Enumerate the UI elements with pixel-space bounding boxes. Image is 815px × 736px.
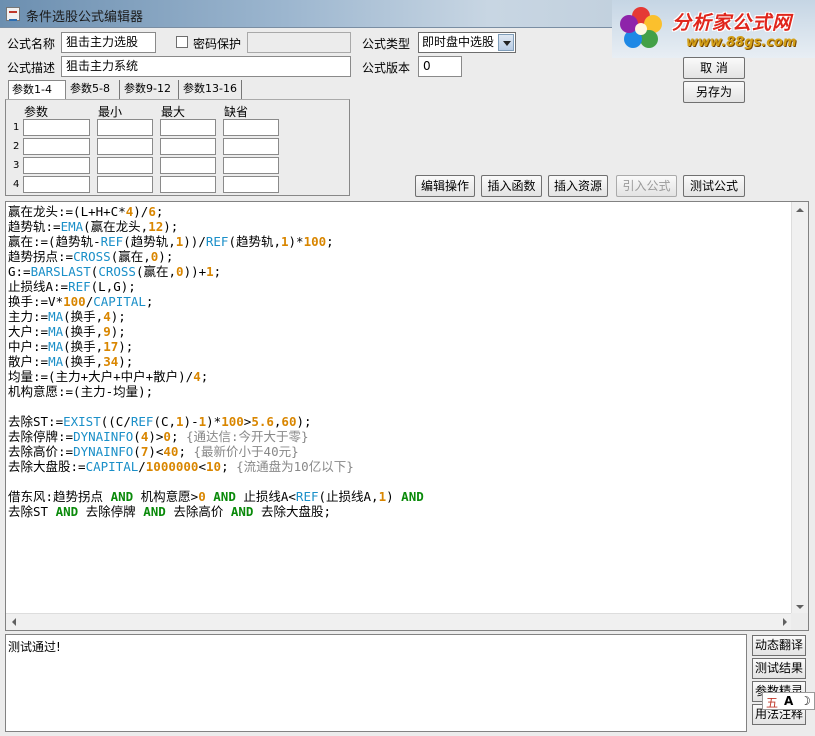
password-label: 密码保护 [193, 37, 242, 51]
chevron-down-icon[interactable] [498, 34, 514, 51]
param-4-default-input[interactable] [223, 176, 279, 193]
horizontal-scrollbar[interactable] [6, 613, 793, 630]
params-panel: 参数1-4 参数5-8 参数9-12 参数13-16 参数 最小 最大 缺省 1… [5, 80, 350, 196]
code-line[interactable]: 赢在龙头:=(L+H+C*4)/6; [8, 204, 788, 219]
ime-wubi-icon[interactable]: 五 [766, 694, 778, 711]
tab-params-9-12[interactable]: 参数9-12 [121, 80, 179, 99]
code-line[interactable]: 趋势拐点:=CROSS(赢在,0); [8, 249, 788, 264]
logo-url: www.88gs.com [686, 35, 797, 50]
formula-type-value: 即时盘中选股 [422, 35, 495, 49]
tab-params-13-16[interactable]: 参数13-16 [180, 80, 242, 99]
app-icon [6, 7, 20, 21]
password-checkbox[interactable] [176, 36, 188, 48]
scroll-down-icon[interactable] [796, 605, 804, 609]
insert-resource-button[interactable]: 插入资源 [548, 175, 608, 197]
insert-function-button[interactable]: 插入函数 [481, 175, 542, 197]
param-3-max-input[interactable] [160, 157, 216, 174]
formula-type-select[interactable]: 即时盘中选股 [418, 32, 516, 53]
ime-mode-icon[interactable]: A [784, 694, 793, 708]
param-col-header-default: 缺省 [224, 105, 249, 119]
formula-desc-input[interactable]: 狙击主力系统 [61, 56, 351, 77]
param-1-name-input[interactable] [23, 119, 90, 136]
code-line[interactable]: 机构意愿:=(主力-均量); [8, 384, 788, 399]
code-text[interactable]: 赢在龙头:=(L+H+C*4)/6; 趋势轨:=EMA(赢在龙头,12); 赢在:=… [8, 204, 788, 614]
code-line[interactable]: 去除ST:=EXIST((C/REF(C,1)-1)*100>5.6,60); [8, 414, 788, 429]
test-output-panel: 测试通过! [5, 634, 747, 732]
param-2-max-input[interactable] [160, 138, 216, 155]
flower-logo-icon [620, 7, 662, 48]
code-line[interactable]: 大户:=MA(换手,9); [8, 324, 788, 339]
param-row-number: 2 [13, 141, 20, 152]
code-line[interactable]: 趋势轨:=EMA(赢在龙头,12); [8, 219, 788, 234]
code-line[interactable]: 去除大盘股:=CAPITAL/1000000<10; {流通盘为10亿以下} [8, 459, 788, 474]
test-result-button[interactable]: 测试结果 [752, 658, 806, 679]
formula-name-input[interactable]: 狙击主力选股 [61, 32, 156, 53]
ime-moon-icon[interactable]: ☽ [800, 694, 811, 708]
param-2-name-input[interactable] [23, 138, 90, 155]
test-formula-button[interactable]: 测试公式 [683, 175, 745, 197]
param-4-max-input[interactable] [160, 176, 216, 193]
param-row-number: 4 [13, 179, 20, 190]
param-col-header-name: 参数 [24, 105, 49, 119]
formula-version-label: 公式版本 [362, 61, 411, 75]
scroll-up-icon[interactable] [796, 208, 804, 212]
ime-toolbar[interactable]: 五 A ☽ [762, 692, 815, 710]
password-input[interactable] [247, 32, 351, 53]
import-formula-button[interactable]: 引入公式 [616, 175, 677, 197]
param-2-default-input[interactable] [223, 138, 279, 155]
param-3-name-input[interactable] [23, 157, 90, 174]
scroll-left-icon[interactable] [12, 618, 16, 626]
code-line[interactable]: 去除停牌:=DYNAINFO(4)>0; {通达信:今开大于零} [8, 429, 788, 444]
code-line[interactable]: 借东风:趋势拐点 AND 机构意愿>0 AND 止损线A<REF(止损线A,1)… [8, 489, 788, 504]
param-2-min-input[interactable] [97, 138, 153, 155]
code-line[interactable]: 主力:=MA(换手,4); [8, 309, 788, 324]
edit-ops-button[interactable]: 编辑操作 [415, 175, 475, 197]
save-as-button[interactable]: 另存为 [683, 81, 745, 103]
code-line[interactable]: G:=BARSLAST(CROSS(赢在,0))+1; [8, 264, 788, 279]
scrollbar-corner [791, 613, 808, 630]
dynamic-translate-button[interactable]: 动态翻译 [752, 635, 806, 656]
code-line[interactable]: 均量:=(主力+大户+中户+散户)/4; [8, 369, 788, 384]
code-line[interactable]: 去除高价:=DYNAINFO(7)<40; {最新价小于40元} [8, 444, 788, 459]
test-output-message: 测试通过! [8, 640, 61, 654]
param-4-min-input[interactable] [97, 176, 153, 193]
param-1-default-input[interactable] [223, 119, 279, 136]
code-editor[interactable]: 赢在龙头:=(L+H+C*4)/6; 趋势轨:=EMA(赢在龙头,12); 赢在:=… [5, 201, 809, 631]
param-table: 参数 最小 最大 缺省 1 2 3 4 [5, 99, 350, 196]
code-line[interactable] [8, 399, 788, 414]
formula-editor-window: 条件选股公式编辑器 分析家公式网 www.88gs.com 公式名称 狙击主力选… [0, 0, 815, 736]
code-line[interactable]: 中户:=MA(换手,17); [8, 339, 788, 354]
vertical-scrollbar[interactable] [791, 202, 808, 615]
code-line[interactable]: 赢在:=(趋势轨-REF(趋势轨,1))/REF(趋势轨,1)*100; [8, 234, 788, 249]
formula-name-label: 公式名称 [7, 37, 56, 51]
cancel-button[interactable]: 取 消 [683, 57, 745, 79]
param-3-default-input[interactable] [223, 157, 279, 174]
param-4-name-input[interactable] [23, 176, 90, 193]
site-logo: 分析家公式网 www.88gs.com [612, 0, 815, 58]
formula-type-label: 公式类型 [362, 37, 411, 51]
tab-params-1-4[interactable]: 参数1-4 [8, 80, 66, 100]
formula-desc-label: 公式描述 [7, 61, 56, 75]
param-row-number: 3 [13, 160, 20, 171]
scroll-right-icon[interactable] [783, 618, 787, 626]
param-row-number: 1 [13, 122, 20, 133]
formula-version-input[interactable]: 0 [418, 56, 462, 77]
tab-params-5-8[interactable]: 参数5-8 [67, 80, 120, 99]
code-line[interactable]: 换手:=V*100/CAPITAL; [8, 294, 788, 309]
code-line[interactable]: 去除ST AND 去除停牌 AND 去除高价 AND 去除大盘股; [8, 504, 788, 519]
logo-title: 分析家公式网 [672, 12, 793, 34]
param-1-max-input[interactable] [160, 119, 216, 136]
param-col-header-min: 最小 [98, 105, 123, 119]
param-col-header-max: 最大 [161, 105, 186, 119]
code-line[interactable]: 止损线A:=REF(L,G); [8, 279, 788, 294]
param-3-min-input[interactable] [97, 157, 153, 174]
param-1-min-input[interactable] [97, 119, 153, 136]
code-line[interactable]: 散户:=MA(换手,34); [8, 354, 788, 369]
window-title: 条件选股公式编辑器 [26, 10, 144, 25]
code-line[interactable] [8, 474, 788, 489]
